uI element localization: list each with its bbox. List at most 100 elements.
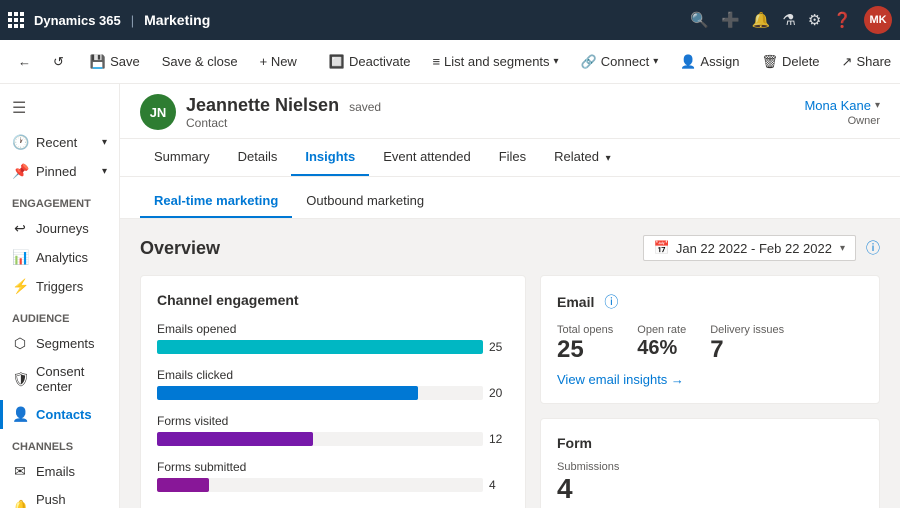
save-close-button[interactable]: Save & close <box>152 50 248 73</box>
connect-button[interactable]: 🔗 Connect ▾ <box>571 50 669 74</box>
sidebar-item-label: Triggers <box>36 279 83 294</box>
waffle-menu[interactable]: Dynamics 365 <box>8 12 121 28</box>
sidebar-item-triggers[interactable]: ⚡ Triggers <box>0 272 119 301</box>
bar-value: 20 <box>489 386 509 400</box>
bar-fill <box>157 340 483 354</box>
bar-fill <box>157 386 418 400</box>
record-name: Jeannette Nielsen <box>186 95 339 116</box>
bar-fill <box>157 478 209 492</box>
stat-value: 7 <box>710 338 784 362</box>
email-title: Email <box>557 294 594 310</box>
stat-delivery-issues: Delivery issues 7 <box>710 324 784 362</box>
refresh-button[interactable]: ↺ <box>43 50 74 74</box>
calendar-icon: 📅 <box>654 240 670 256</box>
view-email-insights-link[interactable]: View email insights → <box>557 372 863 387</box>
form-submissions-label: Submissions <box>557 461 863 473</box>
sidebar-item-label: Recent <box>36 135 77 150</box>
record-header-left: JN Jeannette Nielsen saved Contact <box>140 94 381 130</box>
chevron-down-icon: ▾ <box>606 153 611 164</box>
new-button[interactable]: + New <box>250 50 307 73</box>
emails-icon: ✉ <box>12 463 28 480</box>
deactivate-button[interactable]: 🔲 Deactivate <box>319 50 421 74</box>
sidebar-item-consent[interactable]: 🛡 Consent center <box>0 358 119 400</box>
email-card: Email ⓘ Total opens 25 Open rate 46% <box>540 275 880 404</box>
filter-icon[interactable]: ⚗ <box>782 11 795 29</box>
pin-icon: 📌 <box>12 163 28 180</box>
stat-total-opens: Total opens 25 <box>557 324 613 362</box>
sidebar-item-label: Contacts <box>36 407 92 422</box>
tab-summary[interactable]: Summary <box>140 139 224 176</box>
chevron-down-icon: ▾ <box>840 243 845 254</box>
email-stats-row: Total opens 25 Open rate 46% Delivery is… <box>557 324 863 362</box>
channel-engagement-title: Channel engagement <box>157 292 509 308</box>
bar-label: Forms submitted <box>157 460 509 474</box>
sidebar-item-emails[interactable]: ✉ Emails <box>0 457 119 486</box>
share-button[interactable]: ↗ Share <box>832 50 900 74</box>
recent-icon: 🕐 <box>12 134 28 151</box>
sidebar-item-segments[interactable]: ⬡ Segments <box>0 329 119 358</box>
bar-row-emails-clicked: Emails clicked 20 <box>157 368 509 400</box>
record-header: JN Jeannette Nielsen saved Contact Mona … <box>120 84 900 139</box>
save-button[interactable]: 💾 Save <box>80 50 150 74</box>
avatar[interactable]: MK <box>864 6 892 34</box>
sidebar-item-contacts[interactable]: 👤 Contacts <box>0 400 119 429</box>
sidebar-item-label: Push notifications <box>36 492 107 508</box>
chevron-icon: ▾ <box>102 166 107 177</box>
sub-tab-outbound[interactable]: Outbound marketing <box>292 185 438 218</box>
info-icon[interactable]: ⓘ <box>866 238 880 258</box>
bar-value: 12 <box>489 432 509 446</box>
date-range-picker[interactable]: 📅 Jan 22 2022 - Feb 22 2022 ▾ <box>643 235 856 261</box>
date-range-text: Jan 22 2022 - Feb 22 2022 <box>676 241 832 256</box>
search-icon[interactable]: 🔍 <box>690 11 709 29</box>
app-layout: ☰ 🕐 Recent ▾ 📌 Pinned ▾ Engagement ↩ Jou… <box>0 84 900 508</box>
info-icon[interactable]: ⓘ <box>604 292 618 312</box>
help-icon[interactable]: ❓ <box>833 11 852 29</box>
back-button[interactable]: ← <box>8 50 41 73</box>
sidebar-item-push[interactable]: 🔔 Push notifications <box>0 486 119 508</box>
assign-button[interactable]: 👤 Assign <box>670 50 749 74</box>
sidebar-toggle[interactable]: ☰ <box>0 92 119 124</box>
bar-track <box>157 340 483 354</box>
sidebar-top-section: 🕐 Recent ▾ 📌 Pinned ▾ <box>0 128 119 186</box>
sidebar-item-label: Segments <box>36 336 95 351</box>
nav-buttons: ← ↺ <box>8 50 74 74</box>
tab-details[interactable]: Details <box>224 139 292 176</box>
bar-label: Emails opened <box>157 322 509 336</box>
sidebar-category-audience: Audience <box>0 301 119 329</box>
app-name: Dynamics 365 <box>34 13 121 28</box>
sidebar-item-label: Journeys <box>36 221 89 236</box>
list-segments-button[interactable]: ≡ List and segments ▾ <box>422 50 568 73</box>
stat-label: Total opens <box>557 324 613 336</box>
tab-insights[interactable]: Insights <box>291 139 369 176</box>
tabs-bar: Summary Details Insights Event attended … <box>120 139 900 177</box>
chevron-icon: ▾ <box>102 137 107 148</box>
sidebar-item-label: Pinned <box>36 164 76 179</box>
bell-icon[interactable]: 🔔 <box>752 11 771 29</box>
sidebar: ☰ 🕐 Recent ▾ 📌 Pinned ▾ Engagement ↩ Jou… <box>0 84 120 508</box>
sub-tab-realtime[interactable]: Real-time marketing <box>140 185 292 218</box>
sidebar-item-recent[interactable]: 🕐 Recent ▾ <box>0 128 119 157</box>
record-owner-name[interactable]: Mona Kane <box>804 98 871 113</box>
push-icon: 🔔 <box>12 499 28 508</box>
tab-event[interactable]: Event attended <box>369 139 484 176</box>
bar-fill <box>157 432 313 446</box>
settings-icon[interactable]: ⚙ <box>808 11 821 29</box>
delete-icon: 🗑 <box>761 54 778 70</box>
sidebar-item-analytics[interactable]: 📊 Analytics <box>0 243 119 272</box>
form-card: Form Submissions 4 View form insights → <box>540 418 880 508</box>
sidebar-item-pinned[interactable]: 📌 Pinned ▾ <box>0 157 119 186</box>
contacts-icon: 👤 <box>12 406 28 423</box>
tab-files[interactable]: Files <box>485 139 540 176</box>
module-name: Marketing <box>144 12 210 28</box>
bar-value: 4 <box>489 478 509 492</box>
bar-label: Emails clicked <box>157 368 509 382</box>
delete-button[interactable]: 🗑 Delete <box>751 50 829 74</box>
sidebar-item-journeys[interactable]: ↩ Journeys <box>0 214 119 243</box>
overview-title: Overview <box>140 238 220 259</box>
record-info: Jeannette Nielsen saved Contact <box>186 95 381 130</box>
consent-icon: 🛡 <box>12 371 28 388</box>
tab-related[interactable]: Related ▾ <box>540 139 624 176</box>
chevron-down-icon: ▾ <box>653 56 658 67</box>
analytics-icon: 📊 <box>12 249 28 266</box>
add-icon[interactable]: ➕ <box>721 11 740 29</box>
